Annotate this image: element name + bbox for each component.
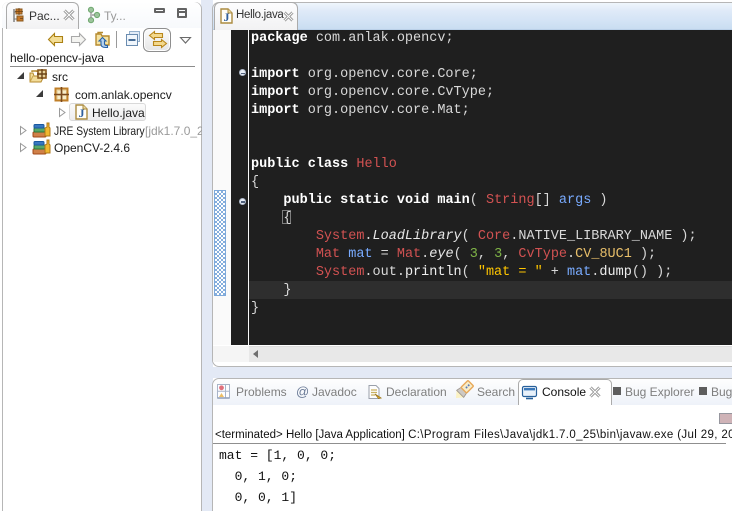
- svg-text:J: J: [79, 106, 85, 120]
- svg-text:J: J: [224, 10, 230, 24]
